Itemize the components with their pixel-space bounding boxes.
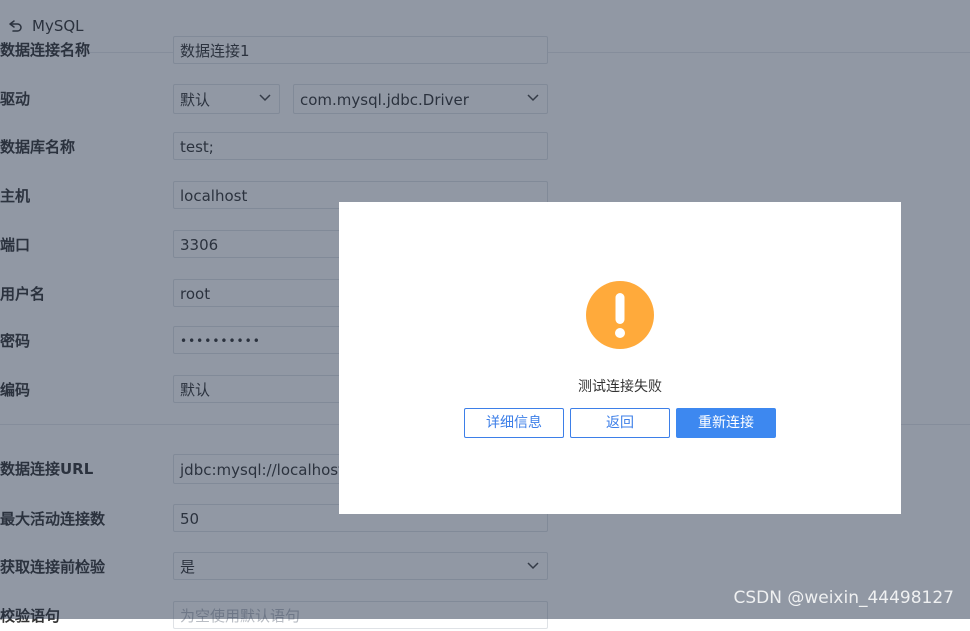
- details-button[interactable]: 详细信息: [464, 408, 564, 438]
- watermark: CSDN @weixin_44498127: [733, 588, 954, 608]
- error-dialog: 测试连接失败 详细信息 返回 重新连接: [339, 202, 901, 514]
- back-button[interactable]: 返回: [570, 408, 670, 438]
- dialog-message: 测试连接失败: [578, 379, 662, 395]
- warning-icon: [586, 281, 654, 349]
- reconnect-button[interactable]: 重新连接: [676, 408, 776, 438]
